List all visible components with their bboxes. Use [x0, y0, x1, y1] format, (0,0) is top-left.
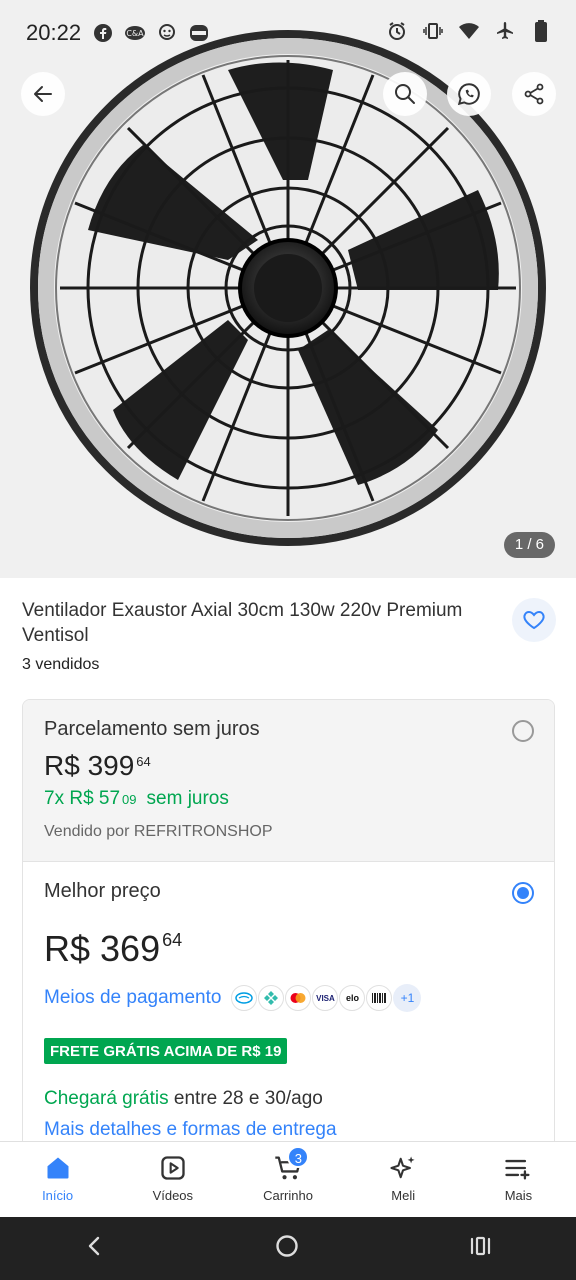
- arrow-left-icon: [34, 86, 52, 102]
- system-recents-button[interactable]: [467, 1234, 493, 1263]
- nav-label: Vídeos: [152, 1188, 194, 1203]
- whatsapp-share-button[interactable]: [447, 72, 491, 116]
- sold-count: 3 vendidos: [22, 656, 100, 673]
- payment-methods-link[interactable]: Meios de pagamento: [44, 987, 221, 1009]
- nav-mais[interactable]: Mais: [461, 1142, 576, 1217]
- seller-text: Vendido por REFRITRONSHOP: [44, 823, 273, 840]
- nav-label: Início: [42, 1188, 74, 1203]
- share-icon: [524, 83, 544, 105]
- delivery-details-link[interactable]: Mais detalhes e formas de entrega: [44, 1119, 337, 1141]
- search-icon: [395, 84, 415, 104]
- visa-icon: VISA: [312, 985, 339, 1011]
- wifi-icon: [458, 20, 480, 42]
- bottom-navigation: Início Vídeos 3 Carrinho Meli Mais: [0, 1141, 576, 1217]
- monkey-icon: [156, 22, 178, 44]
- ca-app-icon: C&A: [124, 22, 146, 44]
- battery-icon: [530, 20, 552, 42]
- more-payment-methods[interactable]: +1: [393, 984, 422, 1012]
- pix-icon: [258, 985, 285, 1011]
- offer-radio-best-price[interactable]: [512, 882, 534, 904]
- offer-best-price[interactable]: Melhor preço R$ 369 64 Meios de pagamento…: [23, 862, 554, 1158]
- mercado-pago-icon: [231, 985, 258, 1011]
- product-title: Ventilador Exaustor Axial 30cm 130w 220v…: [22, 600, 463, 646]
- vibrate-icon: [422, 20, 444, 42]
- mastercard-icon: [285, 985, 312, 1011]
- heart-icon: [523, 610, 545, 630]
- offer-installments[interactable]: Parcelamento sem juros R$ 399 64 7x R$ 57…: [23, 700, 554, 862]
- offer-price: R$ 399 64: [44, 750, 151, 781]
- video-play-icon: [161, 1156, 185, 1180]
- status-bar: 20:22 C&A: [0, 0, 576, 68]
- nav-label: Carrinho: [263, 1188, 313, 1203]
- favorite-button[interactable]: [512, 598, 556, 642]
- offers-card: Parcelamento sem juros R$ 399 64 7x R$ 57…: [22, 699, 555, 1159]
- system-navigation-bar: [0, 1217, 576, 1280]
- nav-carrinho[interactable]: 3 Carrinho: [230, 1142, 345, 1217]
- home-icon: [47, 1157, 69, 1179]
- system-back-button[interactable]: [83, 1234, 107, 1263]
- sparkle-icon: [390, 1156, 415, 1179]
- burger-king-icon: [188, 22, 210, 44]
- nav-meli[interactable]: Meli: [346, 1142, 461, 1217]
- nav-label: Mais: [504, 1188, 533, 1203]
- nav-inicio[interactable]: Início: [0, 1142, 115, 1217]
- share-button[interactable]: [512, 72, 556, 116]
- nav-videos[interactable]: Vídeos: [115, 1142, 230, 1217]
- payment-methods-row[interactable]: Meios de pagamento VISA elo +1: [44, 984, 422, 1012]
- offer-radio-installments[interactable]: [512, 720, 534, 742]
- search-button[interactable]: [383, 72, 427, 116]
- facebook-icon: [92, 22, 114, 44]
- offer-heading: Parcelamento sem juros: [44, 718, 260, 740]
- back-button[interactable]: [21, 72, 65, 116]
- offer-price: R$ 369 64: [44, 928, 183, 969]
- product-image-gallery[interactable]: 1 / 6: [0, 0, 576, 578]
- svg-text:C&A: C&A: [126, 29, 144, 38]
- chevron-left-icon: [89, 1236, 100, 1256]
- cart-count-badge: 3: [287, 1146, 310, 1168]
- installment-text: 7x R$ 57 09 sem juros: [44, 788, 229, 809]
- menu-plus-icon: [505, 1159, 530, 1180]
- system-home-button[interactable]: [274, 1233, 300, 1264]
- elo-icon: elo: [339, 985, 366, 1011]
- free-shipping-badge: FRETE GRÁTIS ACIMA DE R$ 19: [44, 1038, 288, 1064]
- boleto-icon: [366, 985, 393, 1011]
- nav-label: Meli: [391, 1188, 416, 1203]
- alarm-icon: [386, 20, 408, 42]
- recents-icon: [470, 1236, 490, 1256]
- whatsapp-icon: [457, 83, 480, 106]
- home-circle-icon: [276, 1235, 298, 1257]
- delivery-estimate: Chegará grátis entre 28 e 30/ago: [44, 1088, 323, 1109]
- offer-heading: Melhor preço: [44, 880, 161, 902]
- status-time: 20:22: [26, 20, 82, 45]
- image-counter: 1 / 6: [503, 532, 555, 558]
- airplane-icon: [494, 20, 516, 42]
